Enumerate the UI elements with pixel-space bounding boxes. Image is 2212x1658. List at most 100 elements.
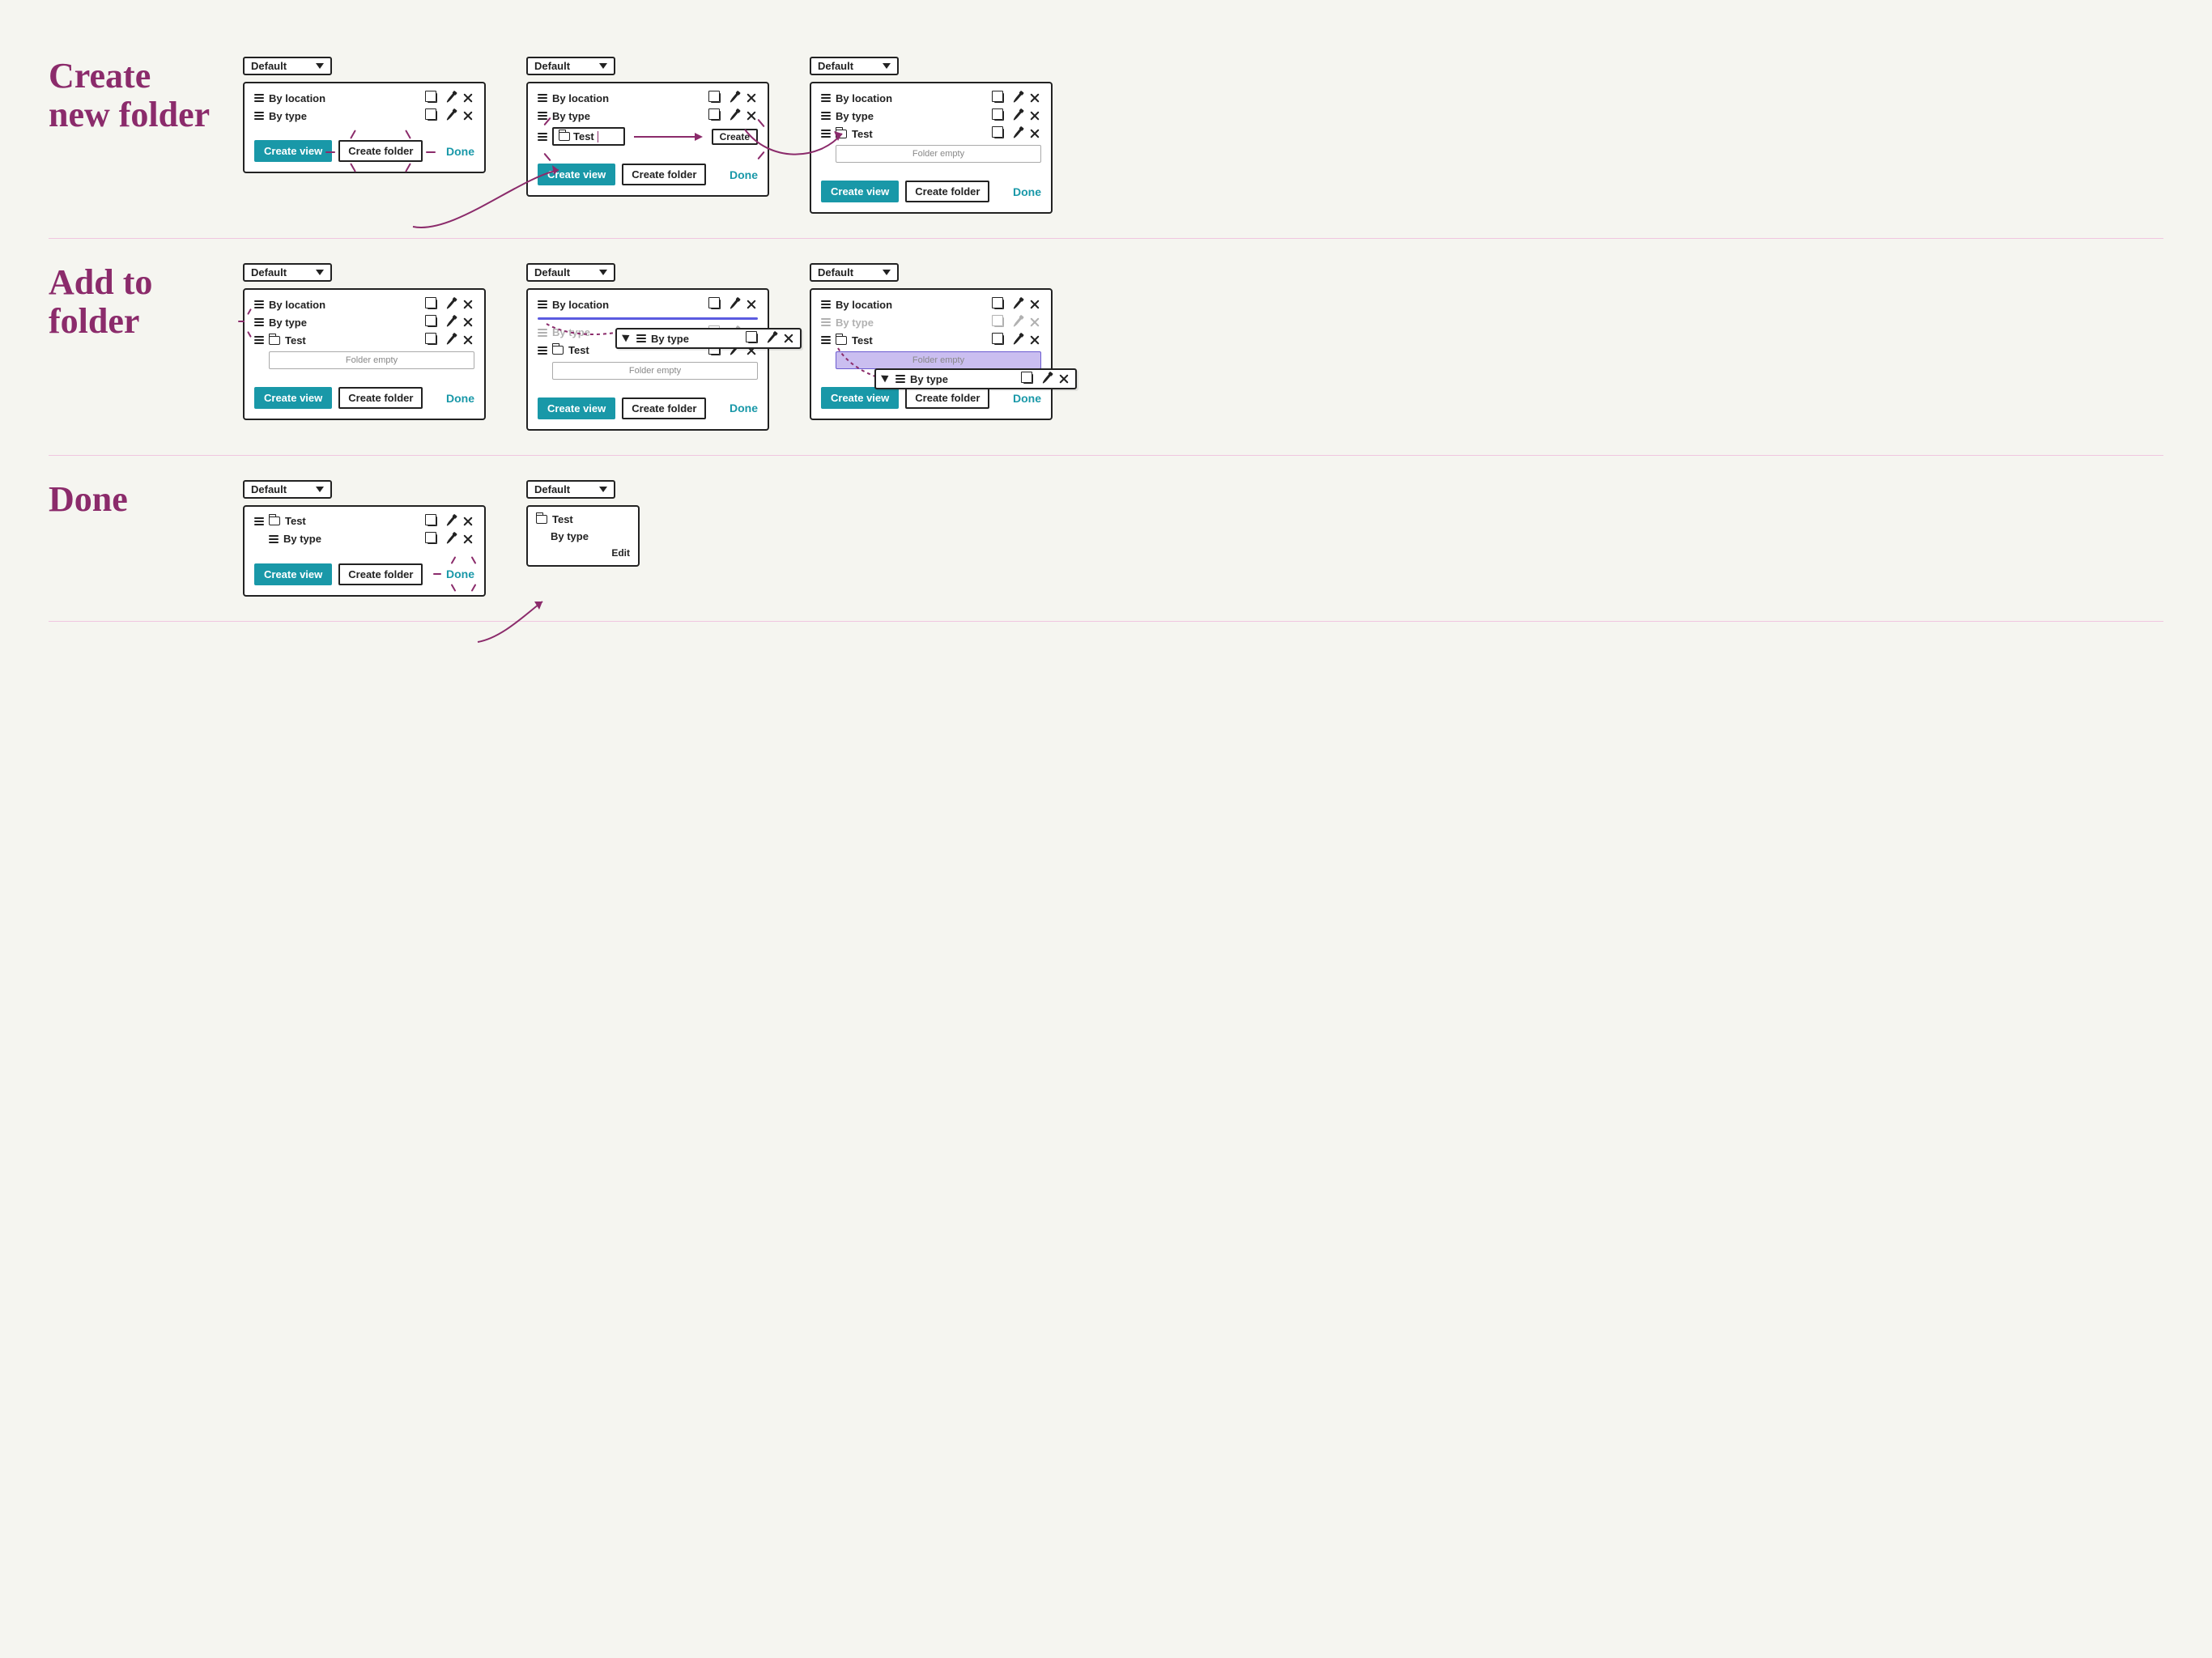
view-dropdown[interactable]: Default [243, 57, 332, 75]
close-icon[interactable] [462, 298, 474, 311]
create-view-button[interactable]: Create view [821, 387, 899, 409]
close-icon[interactable] [745, 109, 758, 122]
done-link[interactable]: Done [730, 168, 758, 181]
pencil-icon[interactable] [444, 298, 457, 311]
view-dropdown[interactable]: Default [243, 263, 332, 282]
pencil-icon[interactable] [727, 109, 740, 122]
view-item[interactable]: By type [254, 533, 474, 546]
pencil-icon[interactable] [444, 533, 457, 546]
close-icon[interactable] [462, 334, 474, 346]
drag-handle-icon[interactable] [538, 300, 547, 308]
copy-icon[interactable] [993, 91, 1006, 104]
pencil-icon[interactable] [444, 109, 457, 122]
drag-handle-icon[interactable] [254, 112, 264, 120]
create-view-button[interactable]: Create view [538, 164, 615, 185]
view-dropdown[interactable]: Default [526, 480, 615, 499]
close-icon[interactable] [462, 515, 474, 528]
create-folder-button[interactable]: Create folder [905, 181, 989, 202]
drag-handle-icon[interactable] [821, 112, 831, 120]
folder-item[interactable]: Test [536, 513, 630, 525]
close-icon[interactable] [462, 533, 474, 546]
view-item[interactable]: By type [254, 109, 474, 122]
close-icon[interactable] [462, 91, 474, 104]
view-dropdown[interactable]: Default [810, 263, 899, 282]
copy-icon[interactable] [426, 91, 439, 104]
view-item[interactable]: By type [538, 109, 758, 122]
view-item[interactable]: By location [538, 91, 758, 104]
pencil-icon[interactable] [1010, 298, 1023, 311]
create-view-button[interactable]: Create view [254, 140, 332, 162]
view-dropdown[interactable]: Default [526, 263, 615, 282]
pencil-icon[interactable] [727, 298, 740, 311]
folder-item[interactable]: Test [254, 515, 474, 528]
pencil-icon[interactable] [727, 91, 740, 104]
view-dropdown[interactable]: Default [526, 57, 615, 75]
view-item[interactable]: By location [821, 91, 1041, 104]
close-icon[interactable] [1028, 334, 1041, 346]
create-view-button[interactable]: Create view [254, 387, 332, 409]
close-icon[interactable] [462, 109, 474, 122]
create-folder-button[interactable]: Create folder [622, 164, 706, 185]
drag-handle-icon[interactable] [538, 346, 547, 355]
drag-handle-icon[interactable] [538, 94, 547, 102]
create-folder-button[interactable]: Create folder [338, 140, 423, 162]
close-icon[interactable] [1028, 109, 1041, 122]
copy-icon[interactable] [426, 334, 439, 346]
view-dropdown[interactable]: Default [243, 480, 332, 499]
close-icon[interactable] [1028, 298, 1041, 311]
copy-icon[interactable] [426, 109, 439, 122]
close-icon[interactable] [1028, 91, 1041, 104]
pencil-icon[interactable] [444, 515, 457, 528]
folder-item[interactable]: Test [821, 127, 1041, 140]
drag-handle-icon[interactable] [254, 517, 264, 525]
close-icon[interactable] [745, 91, 758, 104]
dragging-item[interactable]: By type [615, 328, 802, 349]
copy-icon[interactable] [426, 533, 439, 546]
drag-handle-icon[interactable] [254, 300, 264, 308]
drag-handle-icon[interactable] [254, 94, 264, 102]
view-item[interactable]: By type [536, 530, 630, 542]
view-item[interactable]: By type [254, 316, 474, 329]
create-folder-button[interactable]: Create folder [905, 387, 989, 409]
copy-icon[interactable] [426, 298, 439, 311]
create-folder-button[interactable]: Create folder [338, 563, 423, 585]
close-icon[interactable] [462, 316, 474, 329]
drag-handle-icon[interactable] [821, 130, 831, 138]
create-view-button[interactable]: Create view [821, 181, 899, 202]
dragging-item[interactable]: By type [874, 368, 1077, 389]
copy-icon[interactable] [709, 298, 722, 311]
edit-link[interactable]: Edit [611, 547, 630, 559]
pencil-icon[interactable] [444, 316, 457, 329]
view-item[interactable]: By location [254, 298, 474, 311]
view-item[interactable]: By location [821, 298, 1041, 311]
drag-handle-icon[interactable] [538, 112, 547, 120]
pencil-icon[interactable] [1010, 109, 1023, 122]
pencil-icon[interactable] [1010, 334, 1023, 346]
pencil-icon[interactable] [1010, 91, 1023, 104]
done-link[interactable]: Done [1013, 392, 1041, 405]
view-dropdown[interactable]: Default [810, 57, 899, 75]
copy-icon[interactable] [709, 91, 722, 104]
done-link[interactable]: Done [446, 145, 474, 158]
close-icon[interactable] [1028, 127, 1041, 140]
drag-handle-icon[interactable] [254, 336, 264, 344]
done-link[interactable]: Done [1013, 185, 1041, 198]
drag-handle-icon[interactable] [821, 94, 831, 102]
drag-handle-icon[interactable] [821, 336, 831, 344]
copy-icon[interactable] [993, 334, 1006, 346]
create-folder-button[interactable]: Create folder [338, 387, 423, 409]
pencil-icon[interactable] [444, 334, 457, 346]
done-link[interactable]: Done [730, 402, 758, 414]
pencil-icon[interactable] [444, 91, 457, 104]
close-icon[interactable] [745, 298, 758, 311]
folder-item[interactable]: Test [254, 334, 474, 346]
drag-handle-icon[interactable] [821, 300, 831, 308]
create-view-button[interactable]: Create view [538, 397, 615, 419]
copy-icon[interactable] [993, 127, 1006, 140]
copy-icon[interactable] [709, 109, 722, 122]
copy-icon[interactable] [426, 515, 439, 528]
copy-icon[interactable] [993, 298, 1006, 311]
create-folder-button[interactable]: Create folder [622, 397, 706, 419]
done-link[interactable]: Done [446, 568, 474, 580]
view-item[interactable]: By location [254, 91, 474, 104]
